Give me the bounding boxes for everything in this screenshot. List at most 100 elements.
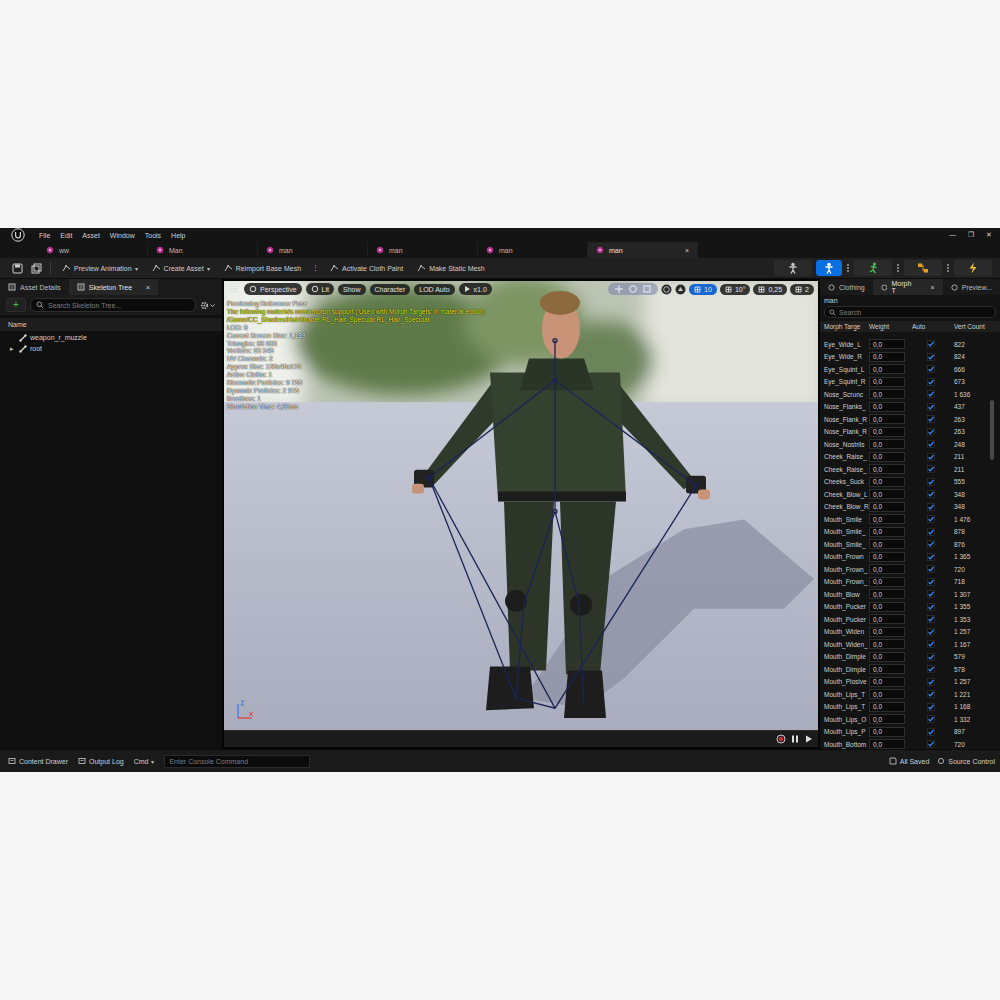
auto-checkbox[interactable]	[927, 628, 935, 636]
morph-row[interactable]: Mouth_Frown0,01 365	[820, 551, 990, 564]
more-options-icon[interactable]	[946, 263, 950, 273]
weight-field[interactable]: 0,0	[869, 364, 905, 374]
morph-search-field[interactable]: Search	[824, 306, 996, 318]
world-space-icon[interactable]	[661, 284, 672, 295]
more-options-icon[interactable]	[896, 263, 900, 273]
weight-field[interactable]: 0,0	[869, 352, 905, 362]
record-icon[interactable]	[776, 734, 786, 744]
window-control[interactable]: —	[949, 231, 956, 239]
snap-button[interactable]: 0,25	[753, 284, 787, 295]
toolbar-button[interactable]: Create Asset▾	[149, 263, 213, 274]
auto-checkbox[interactable]	[927, 640, 935, 648]
document-tab[interactable]: ww	[38, 242, 148, 258]
morph-row[interactable]: Eye_Wide_R0,0824	[820, 351, 990, 364]
close-tab-button[interactable]: ×	[685, 247, 689, 254]
rotate-icon[interactable]	[628, 284, 638, 294]
weight-field[interactable]: 0,0	[869, 439, 905, 449]
skeleton-search-field[interactable]: Search Skeleton Tree...	[30, 298, 196, 312]
morph-row[interactable]: Nose_Flank_R0,0263	[820, 413, 990, 426]
auto-checkbox[interactable]	[927, 665, 935, 673]
mode-button[interactable]	[954, 260, 992, 276]
window-control[interactable]: ❐	[968, 231, 974, 239]
menu-item[interactable]: Asset	[77, 232, 105, 239]
morph-row[interactable]: Mouth_Widen0,01 257	[820, 626, 990, 639]
auto-checkbox[interactable]	[927, 690, 935, 698]
auto-checkbox[interactable]	[927, 703, 935, 711]
menu-item[interactable]: Tools	[140, 232, 166, 239]
window-control[interactable]: ✕	[986, 231, 992, 239]
document-tab[interactable]: man	[368, 242, 478, 258]
auto-checkbox[interactable]	[927, 428, 935, 436]
morph-row[interactable]: Nose_Flanks_0,0437	[820, 401, 990, 414]
save-icon[interactable]	[12, 263, 23, 274]
auto-checkbox[interactable]	[927, 528, 935, 536]
morph-row[interactable]: Mouth_Frown_0,0718	[820, 576, 990, 589]
viewport-button[interactable]: Show	[338, 284, 366, 295]
menu-item[interactable]: Help	[166, 232, 190, 239]
auto-checkbox[interactable]	[927, 590, 935, 598]
morph-row[interactable]: Mouth_Smile_0,0878	[820, 526, 990, 539]
auto-checkbox[interactable]	[927, 378, 935, 386]
weight-field[interactable]: 0,0	[869, 564, 905, 574]
weight-field[interactable]: 0,0	[869, 339, 905, 349]
menu-item[interactable]: Window	[105, 232, 140, 239]
column-header[interactable]: Auto	[912, 323, 950, 330]
document-tab[interactable]: man×	[588, 242, 698, 258]
morph-row[interactable]: Mouth_Plosive0,01 257	[820, 676, 990, 689]
close-panel-button[interactable]: ×	[146, 284, 150, 291]
menu-item[interactable]: File	[34, 232, 55, 239]
weight-field[interactable]: 0,0	[869, 714, 905, 724]
auto-checkbox[interactable]	[927, 490, 935, 498]
scrollbar-thumb[interactable]	[990, 400, 994, 460]
weight-field[interactable]: 0,0	[869, 614, 905, 624]
viewport-scene[interactable]: PerspectiveLitShowCharacterLOD Autox1.01…	[224, 281, 818, 730]
weight-field[interactable]: 0,0	[869, 477, 905, 487]
panel-tab[interactable]: Asset Details	[0, 279, 69, 295]
weight-field[interactable]: 0,0	[869, 427, 905, 437]
weight-field[interactable]: 0,0	[869, 514, 905, 524]
weight-field[interactable]: 0,0	[869, 402, 905, 412]
viewport-button[interactable]: x1.0	[459, 283, 492, 295]
morph-row[interactable]: Mouth_Widen_0,01 167	[820, 638, 990, 651]
weight-field[interactable]: 0,0	[869, 639, 905, 649]
mode-button[interactable]	[774, 260, 812, 276]
panel-tab[interactable]: Preview...	[943, 279, 1000, 295]
viewport-menu-icon[interactable]	[228, 283, 240, 295]
mode-button[interactable]	[854, 260, 892, 276]
bone-row[interactable]: ▸root	[0, 343, 222, 354]
more-options-icon[interactable]	[846, 263, 850, 273]
toolbar-button[interactable]: Activate Cloth Paint	[327, 263, 406, 274]
weight-field[interactable]: 0,0	[869, 652, 905, 662]
morph-row[interactable]: Mouth_Dimple0,0578	[820, 663, 990, 676]
translate-icon[interactable]	[614, 284, 624, 294]
morph-row[interactable]: Mouth_Pucker0,01 355	[820, 601, 990, 614]
scale-icon[interactable]	[642, 284, 652, 294]
toolbar-button[interactable]: Preview Animation▾	[59, 263, 141, 274]
snap-button[interactable]: 2	[790, 284, 814, 295]
morph-row[interactable]: Mouth_Frown_0,0720	[820, 563, 990, 576]
morph-row[interactable]: Nose_Flank_R0,0263	[820, 426, 990, 439]
panel-tab[interactable]: Clothing	[820, 279, 873, 295]
toolbar-button[interactable]: Make Static Mesh	[414, 263, 488, 274]
morph-row[interactable]: Mouth_Lips_P0,0897	[820, 726, 990, 739]
unreal-logo-icon[interactable]	[11, 228, 25, 242]
status-button[interactable]: All Saved	[889, 757, 930, 765]
document-tab[interactable]: man	[478, 242, 588, 258]
auto-checkbox[interactable]	[927, 340, 935, 348]
auto-checkbox[interactable]	[927, 515, 935, 523]
weight-field[interactable]: 0,0	[869, 464, 905, 474]
auto-checkbox[interactable]	[927, 453, 935, 461]
auto-checkbox[interactable]	[927, 615, 935, 623]
auto-checkbox[interactable]	[927, 715, 935, 723]
viewport-button[interactable]: Lit	[306, 283, 334, 295]
morph-row[interactable]: Mouth_Smile0,01 476	[820, 513, 990, 526]
morph-row[interactable]: Mouth_Lips_T0,01 221	[820, 688, 990, 701]
auto-checkbox[interactable]	[927, 740, 935, 748]
add-socket-button[interactable]: +	[6, 298, 26, 312]
mode-button[interactable]	[904, 260, 942, 276]
morph-row[interactable]: Eye_Squint_R0,0673	[820, 376, 990, 389]
auto-checkbox[interactable]	[927, 465, 935, 473]
bone-row[interactable]: weapon_r_muzzle	[0, 332, 222, 343]
console-input[interactable]: Enter Console Command	[164, 755, 310, 768]
snap-button[interactable]: 10°	[720, 284, 751, 295]
